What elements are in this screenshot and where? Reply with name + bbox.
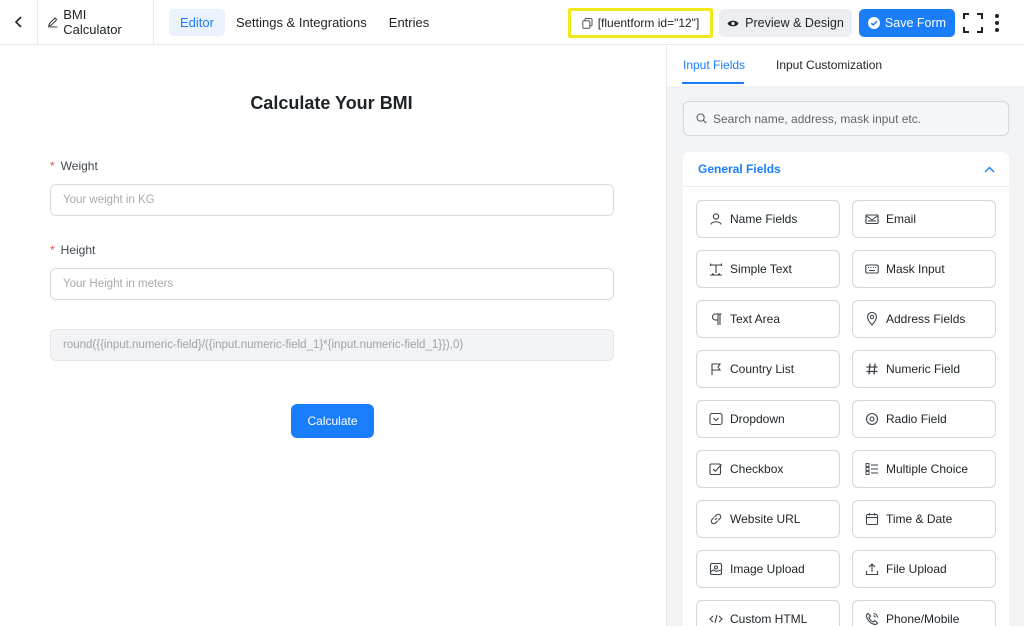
list-icon xyxy=(865,462,879,476)
shortcode-copy[interactable]: [fluentform id="12"] xyxy=(568,8,713,38)
active-tab-indicator xyxy=(682,82,744,84)
field-label: Email xyxy=(886,212,917,226)
map-pin-icon xyxy=(865,312,879,326)
copy-icon xyxy=(582,17,593,29)
field-label: Numeric Field xyxy=(886,362,961,376)
required-mark: * xyxy=(50,159,55,173)
fullscreen-icon[interactable] xyxy=(962,12,984,34)
preview-design-button[interactable]: Preview & Design xyxy=(719,9,852,37)
general-fields-group: General Fields Name Fields Simple Text T… xyxy=(683,152,1009,626)
form-heading: Calculate Your BMI xyxy=(250,93,413,113)
bmi-formula-field[interactable]: round({{input.numeric-field}/({input.num… xyxy=(50,329,614,361)
field-file-upload[interactable]: File Upload xyxy=(852,550,996,588)
field-email[interactable]: Email xyxy=(852,200,996,238)
field-label: Time & Date xyxy=(886,512,953,526)
field-custom-html[interactable]: Custom HTML xyxy=(696,600,840,626)
field-address-fields[interactable]: Address Fields xyxy=(852,300,996,338)
search-icon xyxy=(696,113,707,124)
paragraph-icon xyxy=(709,312,723,326)
weight-label: * Weight xyxy=(50,159,98,173)
field-label: Mask Input xyxy=(886,262,945,276)
group-header[interactable]: General Fields xyxy=(683,152,1009,187)
pencil-icon xyxy=(47,17,58,28)
field-label: Radio Field xyxy=(886,412,947,426)
chevron-left-icon xyxy=(14,16,22,28)
field-label: Address Fields xyxy=(886,312,966,326)
field-label: Custom HTML xyxy=(730,612,808,626)
check-circle-icon xyxy=(867,17,880,29)
form-canvas: Calculate Your BMI * Weight Your weight i… xyxy=(0,46,666,626)
flag-icon xyxy=(709,362,723,376)
shortcode-text: [fluentform id="12"] xyxy=(597,16,700,30)
field-simple-text[interactable]: Simple Text xyxy=(696,250,840,288)
field-radio-field[interactable]: Radio Field xyxy=(852,400,996,438)
hash-icon xyxy=(865,362,879,376)
back-button[interactable] xyxy=(0,0,38,45)
field-label: Simple Text xyxy=(730,262,792,276)
fields-panel: Input Fields Input Customization Search … xyxy=(666,46,1024,626)
field-search-input[interactable]: Search name, address, mask input etc. xyxy=(683,101,1009,136)
envelope-icon xyxy=(865,212,879,226)
text-cursor-icon xyxy=(709,262,723,276)
nav-tabs: Editor Settings & Integrations Entries xyxy=(169,8,440,36)
field-label: Name Fields xyxy=(730,212,798,226)
form-name: BMI Calculator xyxy=(63,7,122,37)
search-placeholder: Search name, address, mask input etc. xyxy=(713,111,922,126)
field-phone-mobile[interactable]: Phone/Mobile xyxy=(852,600,996,626)
field-text-area[interactable]: Text Area xyxy=(696,300,840,338)
tab-input-fields[interactable]: Input Fields xyxy=(683,58,745,72)
panel-tabs: Input Fields Input Customization xyxy=(667,46,1024,86)
save-form-button[interactable]: Save Form xyxy=(859,9,955,37)
tab-editor[interactable]: Editor xyxy=(169,8,225,36)
user-icon xyxy=(709,212,723,226)
radio-icon xyxy=(865,412,879,426)
field-checkbox[interactable]: Checkbox xyxy=(696,450,840,488)
field-name-fields[interactable]: Name Fields xyxy=(696,200,840,238)
field-label: Checkbox xyxy=(730,462,784,476)
field-numeric-field[interactable]: Numeric Field xyxy=(852,350,996,388)
save-label: Save Form xyxy=(884,16,947,30)
weight-input[interactable]: Your weight in KG xyxy=(50,184,614,216)
upload-icon xyxy=(865,562,879,576)
field-image-upload[interactable]: Image Upload xyxy=(696,550,840,588)
height-label: * Height xyxy=(50,243,96,257)
field-label: Dropdown xyxy=(730,412,785,426)
field-label: File Upload xyxy=(886,562,947,576)
field-label: Website URL xyxy=(730,512,801,526)
field-time-date[interactable]: Time & Date xyxy=(852,500,996,538)
field-country-list[interactable]: Country List xyxy=(696,350,840,388)
tab-input-customization[interactable]: Input Customization xyxy=(776,58,882,72)
link-icon xyxy=(709,512,723,526)
more-options-icon[interactable] xyxy=(992,12,1002,34)
tab-entries[interactable]: Entries xyxy=(378,9,440,36)
dropdown-icon xyxy=(709,412,723,426)
eye-icon xyxy=(727,20,739,26)
tab-settings-integrations[interactable]: Settings & Integrations xyxy=(225,9,378,36)
phone-icon xyxy=(865,612,879,626)
field-website-url[interactable]: Website URL xyxy=(696,500,840,538)
field-multiple-choice[interactable]: Multiple Choice xyxy=(852,450,996,488)
calendar-icon xyxy=(865,512,879,526)
field-label: Image Upload xyxy=(730,562,805,576)
preview-label: Preview & Design xyxy=(745,16,844,30)
required-mark: * xyxy=(50,243,55,257)
field-label: Country List xyxy=(730,362,795,376)
code-icon xyxy=(709,612,723,626)
field-label: Multiple Choice xyxy=(886,462,969,476)
group-title: General Fields xyxy=(698,162,781,176)
field-label: Text Area xyxy=(730,312,781,326)
image-icon xyxy=(709,562,723,576)
checkbox-icon xyxy=(709,462,723,476)
field-dropdown[interactable]: Dropdown xyxy=(696,400,840,438)
height-input[interactable]: Your Height in meters xyxy=(50,268,614,300)
field-mask-input[interactable]: Mask Input xyxy=(852,250,996,288)
field-label: Phone/Mobile xyxy=(886,612,960,626)
chevron-up-icon xyxy=(984,166,995,172)
calculate-button[interactable]: Calculate xyxy=(291,404,374,438)
form-title-area[interactable]: BMI Calculator xyxy=(38,0,154,45)
keyboard-icon xyxy=(865,262,879,276)
